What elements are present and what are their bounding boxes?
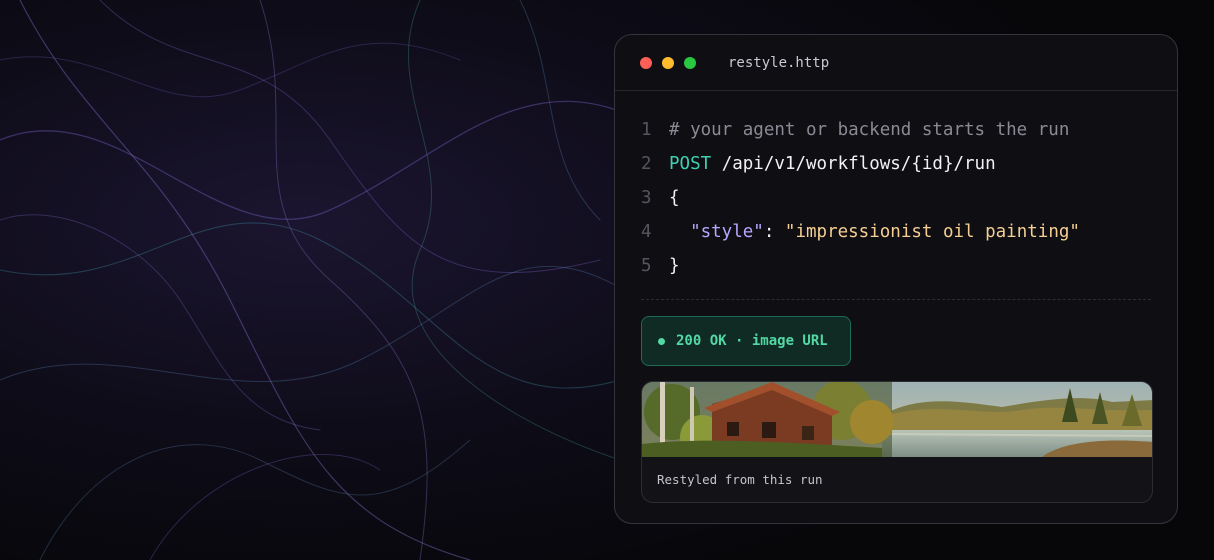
code-line: 1 # your agent or backend starts the run <box>641 113 1080 147</box>
result-card[interactable]: Restyled from this run <box>641 381 1153 503</box>
maximize-dot-icon[interactable] <box>684 56 696 69</box>
code-line: 4 "style": "impressionist oil painting" <box>641 215 1080 249</box>
open-brace: { <box>669 188 680 208</box>
window-filename: restyle.http <box>728 54 830 71</box>
status-text: 200 OK · image URL <box>676 333 828 349</box>
result-image[interactable] <box>642 382 1153 457</box>
line-number: 4 <box>641 222 652 242</box>
close-dot-icon[interactable] <box>640 56 652 69</box>
status-dot-icon <box>658 337 665 345</box>
result-caption: Restyled from this run <box>657 472 823 487</box>
request-path: /api/v1/workflows/{id}/run <box>711 154 996 174</box>
json-value: "impressionist oil painting" <box>784 222 1080 242</box>
code-window: restyle.http 1 # your agent or backend st… <box>614 34 1178 524</box>
code-block: 1 # your agent or backend starts the run … <box>641 113 1080 283</box>
window-titlebar: restyle.http <box>615 35 1177 91</box>
code-line: 2 POST /api/v1/workflows/{id}/run <box>641 147 1080 181</box>
line-number: 2 <box>641 154 652 174</box>
minimize-dot-icon[interactable] <box>662 56 674 69</box>
json-colon: : <box>763 222 785 242</box>
code-comment: # your agent or backend starts the run <box>669 120 1070 140</box>
line-number: 5 <box>641 256 652 276</box>
dashed-divider <box>641 299 1151 300</box>
json-key: "style" <box>690 222 764 242</box>
code-line: 3{ <box>641 181 1080 215</box>
close-brace: } <box>669 256 680 276</box>
line-number: 3 <box>641 188 652 208</box>
http-method: POST <box>669 154 712 174</box>
status-badge: 200 OK · image URL <box>641 316 851 366</box>
code-line: 5} <box>641 249 1080 283</box>
line-number: 1 <box>641 120 652 140</box>
